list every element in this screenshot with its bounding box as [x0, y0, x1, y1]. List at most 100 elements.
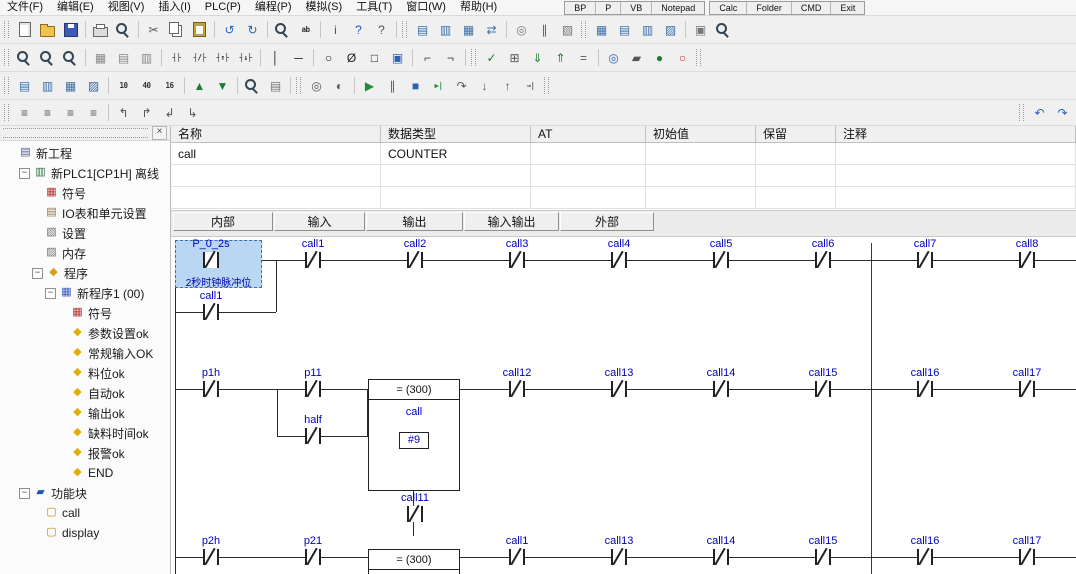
- symbol-initial-cell[interactable]: [646, 143, 756, 165]
- panel-drag-grip[interactable]: [3, 128, 148, 138]
- contact-p-0-2s[interactable]: P_0_2s: [171, 238, 262, 268]
- rotate-right-icon[interactable]: ↳: [182, 102, 203, 123]
- find-icon[interactable]: [272, 19, 293, 40]
- symbol-name-cell[interactable]: call: [171, 143, 381, 165]
- block-select-icon[interactable]: ⌐: [417, 47, 438, 68]
- new-closed-contact-icon[interactable]: ┤/├: [189, 47, 210, 68]
- launcher-button[interactable]: Exit: [831, 2, 864, 14]
- continuous-step-run-icon[interactable]: →|: [520, 75, 541, 96]
- ladder-view-icon[interactable]: ▥: [637, 19, 658, 40]
- tree-item-program1-symbols[interactable]: 符号: [0, 303, 170, 323]
- download-program-icon[interactable]: ▼: [212, 75, 233, 96]
- contact-call5[interactable]: call5: [670, 238, 772, 268]
- toolbar-grip[interactable]: [4, 104, 9, 121]
- toolbar-grip[interactable]: [296, 77, 301, 94]
- transfer-to-plc-icon[interactable]: ⇓: [527, 47, 548, 68]
- symbol-cell[interactable]: [171, 165, 381, 187]
- tree-item-global-symbols[interactable]: 符号: [0, 183, 170, 203]
- copy-icon[interactable]: [166, 19, 187, 40]
- step-over-icon[interactable]: ↷: [451, 75, 472, 96]
- contact-p2h[interactable]: p2h: [171, 535, 262, 565]
- contact-call1[interactable]: call1: [262, 238, 364, 268]
- new-rising-pulse-contact-icon[interactable]: ┤↑├: [212, 47, 233, 68]
- launcher-button[interactable]: Folder: [747, 2, 792, 14]
- toolbar-grip[interactable]: [544, 77, 549, 94]
- compare-with-plc-icon[interactable]: =: [573, 47, 594, 68]
- contact-call17[interactable]: call17: [976, 367, 1076, 397]
- launcher-button[interactable]: P: [596, 2, 621, 14]
- tab-internal[interactable]: 内部: [173, 212, 273, 231]
- print-preview-icon[interactable]: [113, 19, 134, 40]
- move-down-icon[interactable]: ↱: [136, 102, 157, 123]
- compare-instruction-block[interactable]: = (300) call #9: [368, 379, 460, 491]
- symbol-cell[interactable]: [171, 187, 381, 209]
- zoom-10-icon[interactable]: 10: [113, 75, 134, 96]
- window-close-all-icon[interactable]: ▨: [83, 75, 104, 96]
- symbol-table-view-icon[interactable]: ▦: [591, 19, 612, 40]
- instruction-operand-1[interactable]: call: [406, 406, 423, 418]
- program-check-icon[interactable]: ✓: [481, 47, 502, 68]
- contact-call15[interactable]: call15: [772, 367, 874, 397]
- contact-call2[interactable]: call2: [364, 238, 466, 268]
- tree-expander[interactable]: −: [45, 288, 56, 299]
- undo-history-icon[interactable]: ↶: [1029, 102, 1050, 123]
- tree-item-function-blocks[interactable]: −功能块: [0, 483, 170, 503]
- tree-item-fb-call[interactable]: call: [0, 503, 170, 523]
- section-list-view-icon[interactable]: ▤: [614, 19, 635, 40]
- tree-item-section-output[interactable]: 输出ok: [0, 403, 170, 423]
- tree-item-section-reg-input[interactable]: 常规输入OK: [0, 343, 170, 363]
- symbol-datatype-cell[interactable]: COUNTER: [381, 143, 531, 165]
- toolbar-grip[interactable]: [4, 77, 9, 94]
- zoom-16-icon[interactable]: 16: [159, 75, 180, 96]
- paste-icon[interactable]: [189, 19, 210, 40]
- toolbar-grip[interactable]: [471, 49, 476, 66]
- tree-item-section-end[interactable]: END: [0, 463, 170, 483]
- menu-item[interactable]: 工具(T): [349, 0, 399, 15]
- tree-item-settings[interactable]: 设置: [0, 223, 170, 243]
- tree-item-programs[interactable]: −程序: [0, 263, 170, 283]
- symbol-cell[interactable]: [836, 187, 1076, 209]
- contact-call11[interactable]: call11: [364, 492, 466, 522]
- symbol-cell[interactable]: [381, 187, 531, 209]
- work-online-icon[interactable]: ◎: [603, 47, 624, 68]
- open-file-icon[interactable]: [37, 19, 58, 40]
- tree-item-plc[interactable]: −新PLC1[CP1H] 离线: [0, 163, 170, 183]
- window-cascade-icon[interactable]: ▤: [14, 75, 35, 96]
- view-project-window-icon[interactable]: ▤: [412, 19, 433, 40]
- contact-call14[interactable]: call14: [670, 367, 772, 397]
- show-rung-comments-icon[interactable]: ▤: [113, 47, 134, 68]
- view-cross-reference-icon[interactable]: ⇄: [481, 19, 502, 40]
- contact-call8[interactable]: call8: [976, 238, 1076, 268]
- contact-call14-r3[interactable]: call14: [670, 535, 772, 565]
- instruction-operand-2[interactable]: #9: [399, 432, 429, 449]
- contact-call15-r3[interactable]: call15: [772, 535, 874, 565]
- zoom-out-icon[interactable]: [37, 47, 58, 68]
- browse-window-icon[interactable]: ▤: [265, 75, 286, 96]
- close-icon[interactable]: ×: [152, 126, 167, 140]
- mnemonic-view-icon[interactable]: ▨: [660, 19, 681, 40]
- transfer-from-plc-icon[interactable]: ⇑: [550, 47, 571, 68]
- window-tile-vertical-icon[interactable]: ▦: [60, 75, 81, 96]
- menu-item[interactable]: 帮助(H): [453, 0, 504, 15]
- contact-call13-r3[interactable]: call13: [568, 535, 670, 565]
- tree-item-project[interactable]: 新工程: [0, 143, 170, 163]
- new-vertical-line-icon[interactable]: │: [265, 47, 286, 68]
- step-out-icon[interactable]: ↑: [497, 75, 518, 96]
- move-up-icon[interactable]: ↰: [113, 102, 134, 123]
- tree-item-section-level[interactable]: 料位ok: [0, 363, 170, 383]
- menu-item[interactable]: 编辑(E): [50, 0, 101, 15]
- tree-item-section-auto[interactable]: 自动ok: [0, 383, 170, 403]
- column-header-at[interactable]: AT: [531, 126, 646, 143]
- new-function-block-invocation-icon[interactable]: ▣: [387, 47, 408, 68]
- tab-external[interactable]: 外部: [560, 212, 654, 231]
- toolbar-grip[interactable]: [696, 49, 701, 66]
- symbol-cell[interactable]: [756, 165, 836, 187]
- symbol-at-cell[interactable]: [531, 143, 646, 165]
- toolbar-grip[interactable]: [1019, 104, 1024, 121]
- symbol-cell[interactable]: [381, 165, 531, 187]
- undo-icon[interactable]: ↺: [219, 19, 240, 40]
- pause-monitoring-icon[interactable]: ∥: [534, 19, 555, 40]
- print-icon[interactable]: [90, 19, 111, 40]
- symbol-cell[interactable]: [531, 165, 646, 187]
- tree-expander[interactable]: −: [32, 268, 43, 279]
